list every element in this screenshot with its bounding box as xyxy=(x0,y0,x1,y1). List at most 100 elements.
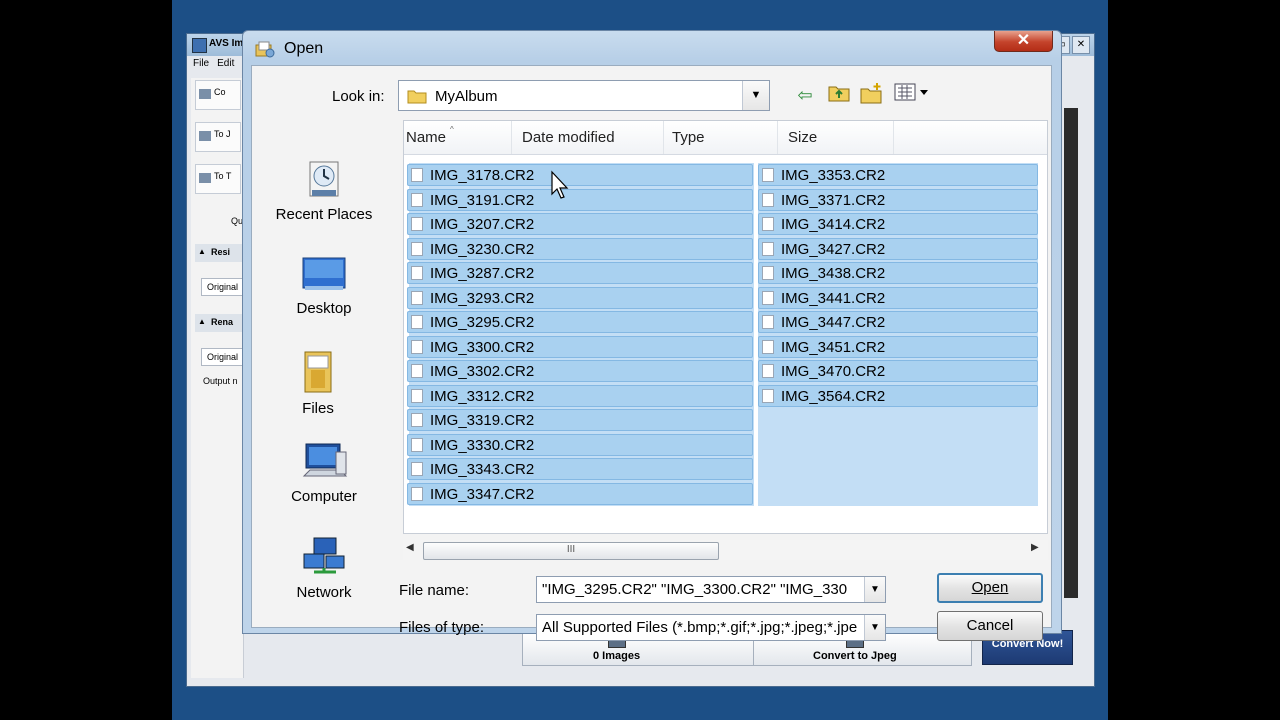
file-list-item[interactable]: IMG_3178.CR2 xyxy=(407,164,753,186)
rename-section-header[interactable]: Rena xyxy=(195,314,243,332)
file-name: IMG_3371.CR2 xyxy=(781,191,886,209)
column-header-name[interactable]: ^ Name xyxy=(404,121,512,154)
file-icon xyxy=(762,266,774,280)
file-name: IMG_3230.CR2 xyxy=(430,240,535,258)
column-header-date-modified[interactable]: Date modified xyxy=(514,121,664,154)
back-arrow-icon[interactable]: ⇦ xyxy=(792,82,818,108)
file-name: IMG_3287.CR2 xyxy=(430,265,535,282)
file-icon xyxy=(762,364,774,378)
file-list-item[interactable]: IMG_3191.CR2 xyxy=(407,188,753,211)
file-list-item[interactable]: IMG_3293.CR2 xyxy=(407,286,753,309)
file-icon xyxy=(762,192,774,207)
chevron-down-icon[interactable]: ▼ xyxy=(742,81,769,110)
close-icon: ✕ xyxy=(1016,32,1031,49)
recent-places-icon xyxy=(309,161,339,197)
file-list-item[interactable]: IMG_3343.CR2 xyxy=(407,458,753,480)
file-name: IMG_3300.CR2 xyxy=(430,338,535,356)
file-list-item[interactable]: IMG_3330.CR2 xyxy=(407,433,753,456)
file-list-item[interactable]: IMG_3295.CR2 xyxy=(407,311,753,333)
scrollbar-thumb[interactable]: III xyxy=(423,542,719,560)
column-header-size[interactable]: Size xyxy=(780,121,894,154)
file-name: IMG_3207.CR2 xyxy=(430,216,535,233)
file-list-item[interactable]: IMG_3414.CR2 xyxy=(758,213,1038,235)
chevron-down-icon[interactable]: ▼ xyxy=(864,577,885,602)
file-list-item[interactable]: IMG_3353.CR2 xyxy=(758,164,1038,186)
printer-icon xyxy=(199,173,211,183)
file-list-item[interactable]: IMG_3302.CR2 xyxy=(407,360,753,382)
places-files[interactable]: Files xyxy=(258,348,378,417)
file-name-value: "IMG_3295.CR2" "IMG_3300.CR2" "IMG_330 xyxy=(542,581,848,598)
file-icon xyxy=(762,217,774,231)
camera-icon xyxy=(199,131,211,141)
files-of-type-dropdown[interactable]: All Supported Files (*.bmp;*.gif;*.jpg;*… xyxy=(536,614,886,641)
file-name: IMG_3347.CR2 xyxy=(430,485,535,503)
file-name: IMG_3319.CR2 xyxy=(430,412,535,429)
file-list-view[interactable]: ^ Name Date modified Type Size IMG_3178.C… xyxy=(403,120,1048,534)
chevron-down-icon[interactable]: ▼ xyxy=(864,615,885,640)
file-list-item[interactable]: IMG_3319.CR2 xyxy=(407,409,753,431)
places-recent-places[interactable]: Recent Places xyxy=(264,158,384,223)
file-list-item[interactable]: IMG_3312.CR2 xyxy=(407,384,753,407)
sidebar-convert-tab[interactable]: Co xyxy=(195,80,241,110)
file-list-item[interactable]: IMG_3427.CR2 xyxy=(758,237,1038,260)
file-list-item[interactable]: IMG_3230.CR2 xyxy=(407,237,753,260)
column-header-type[interactable]: Type xyxy=(666,121,778,154)
file-name: IMG_3447.CR2 xyxy=(781,314,886,331)
file-list-item[interactable]: IMG_3564.CR2 xyxy=(758,384,1038,407)
open-button[interactable]: Open xyxy=(937,573,1043,603)
file-list-item[interactable]: IMG_3347.CR2 xyxy=(407,482,753,505)
file-list-item[interactable]: IMG_3300.CR2 xyxy=(407,335,753,358)
file-icon xyxy=(762,339,774,354)
scroll-left-icon[interactable]: ◀ xyxy=(406,542,414,553)
file-icon xyxy=(411,364,423,378)
file-list-item[interactable]: IMG_3451.CR2 xyxy=(758,335,1038,358)
new-folder-icon[interactable] xyxy=(859,82,885,108)
dialog-title: Open xyxy=(284,40,324,57)
output-label: Output n xyxy=(203,376,238,386)
file-name-label: File name: xyxy=(399,582,470,599)
rename-field[interactable]: Original xyxy=(201,348,243,366)
file-list-item[interactable]: IMG_3287.CR2 xyxy=(407,262,753,284)
horizontal-scrollbar[interactable]: ◀ III ▶ xyxy=(403,540,1048,560)
dialog-close-button[interactable]: ✕ xyxy=(994,31,1053,52)
file-list-item[interactable]: IMG_3441.CR2 xyxy=(758,286,1038,309)
file-name: IMG_3178.CR2 xyxy=(430,167,535,184)
file-icon xyxy=(411,462,423,476)
menu-file[interactable]: File xyxy=(193,58,209,69)
up-folder-icon[interactable] xyxy=(826,82,852,108)
close-icon[interactable]: ✕ xyxy=(1072,36,1090,54)
resize-field[interactable]: Original xyxy=(201,278,243,296)
cancel-button[interactable]: Cancel xyxy=(937,611,1043,641)
menu-edit[interactable]: Edit xyxy=(217,58,234,69)
file-name: IMG_3330.CR2 xyxy=(430,436,535,454)
places-computer[interactable]: Computer xyxy=(264,442,384,505)
resize-section-header[interactable]: Resi xyxy=(195,244,243,262)
sidebar-to-tiff[interactable]: To T xyxy=(195,164,241,194)
file-icon xyxy=(411,241,423,256)
file-name-field[interactable]: "IMG_3295.CR2" "IMG_3300.CR2" "IMG_330 ▼ xyxy=(536,576,886,603)
file-icon xyxy=(411,388,423,403)
dialog-client-area: Look in: MyAlbum ▼ ⇦ Recent Places Deskt… xyxy=(251,65,1052,641)
file-list-item[interactable]: IMG_3371.CR2 xyxy=(758,188,1038,211)
computer-icon xyxy=(302,443,348,477)
view-menu-icon[interactable] xyxy=(892,82,932,108)
file-icon xyxy=(762,290,774,305)
places-network[interactable]: Network xyxy=(264,536,384,601)
places-desktop[interactable]: Desktop xyxy=(264,256,384,317)
file-name: IMG_3451.CR2 xyxy=(781,338,886,356)
background-sidebar: Co To J To T Qu Resi Original Rena Origi… xyxy=(191,78,244,678)
file-icon xyxy=(411,290,423,305)
file-list-item[interactable]: IMG_3470.CR2 xyxy=(758,360,1038,382)
scroll-right-icon[interactable]: ▶ xyxy=(1031,542,1039,553)
file-icon xyxy=(762,168,774,182)
look-in-label: Look in: xyxy=(332,88,385,105)
file-list-item[interactable]: IMG_3207.CR2 xyxy=(407,213,753,235)
sidebar-to-jpeg[interactable]: To J xyxy=(195,122,241,152)
file-list-item[interactable]: IMG_3447.CR2 xyxy=(758,311,1038,333)
file-icon xyxy=(411,339,423,354)
file-name: IMG_3312.CR2 xyxy=(430,387,535,405)
open-dialog: Open ✕ Look in: MyAlbum ▼ ⇦ Recent Place… xyxy=(242,30,1062,641)
background-app-title: AVS Im xyxy=(209,38,244,49)
file-list-item[interactable]: IMG_3438.CR2 xyxy=(758,262,1038,284)
look-in-dropdown[interactable]: MyAlbum ▼ xyxy=(398,80,770,111)
